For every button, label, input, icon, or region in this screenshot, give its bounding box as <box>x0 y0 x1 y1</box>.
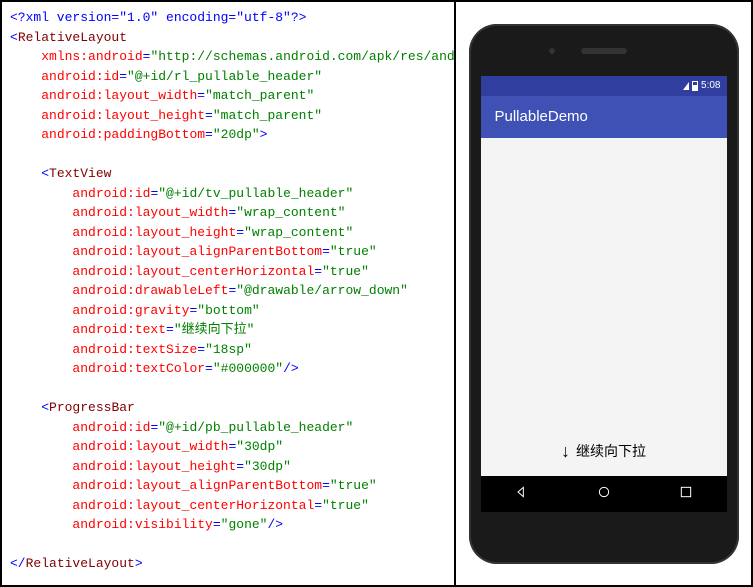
android-nav-bar <box>481 476 727 512</box>
nav-home-button[interactable] <box>596 484 612 504</box>
content-area[interactable]: ↓ 继续向下拉 <box>481 138 727 476</box>
battery-icon <box>692 81 698 91</box>
xml-code-panel: <?xml version="1.0" encoding="utf-8"?> <… <box>2 2 454 585</box>
phone-sensor <box>549 48 555 54</box>
status-bar: 5:08 <box>481 76 727 96</box>
status-time: 5:08 <box>701 80 720 91</box>
app-title: PullableDemo <box>495 108 588 125</box>
device-preview-panel: 5:08 PullableDemo ↓ 继续向下拉 <box>454 2 751 585</box>
phone-screen: 5:08 PullableDemo ↓ 继续向下拉 <box>481 76 727 512</box>
pull-hint-row: ↓ 继续向下拉 <box>561 441 646 462</box>
pull-hint-text: 继续向下拉 <box>576 441 646 461</box>
arrow-down-icon: ↓ <box>561 441 570 462</box>
signal-icon <box>683 82 689 90</box>
nav-recent-button[interactable] <box>678 484 694 504</box>
nav-back-button[interactable] <box>514 484 530 504</box>
phone-speaker <box>581 48 627 54</box>
phone-frame: 5:08 PullableDemo ↓ 继续向下拉 <box>469 24 739 564</box>
app-bar: PullableDemo <box>481 96 727 138</box>
